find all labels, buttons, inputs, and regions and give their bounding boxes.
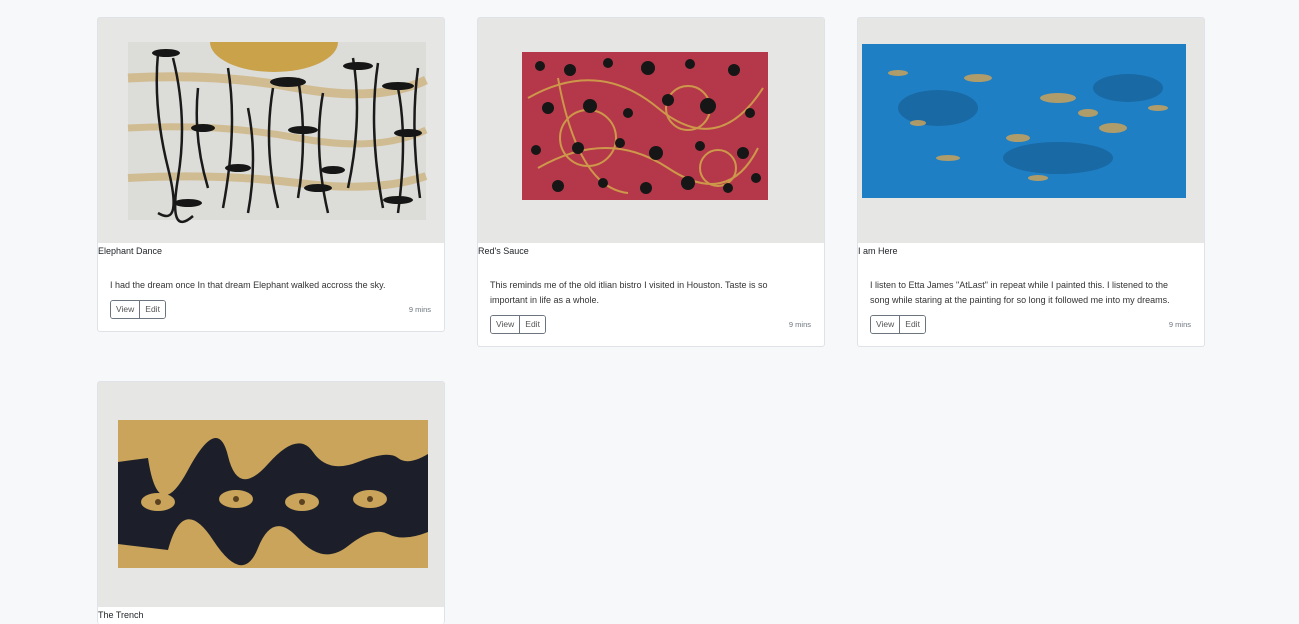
time-label: 9 mins bbox=[408, 305, 431, 314]
card-actions: View Edit bbox=[870, 315, 926, 334]
time-label: 9 mins bbox=[1168, 320, 1191, 329]
artwork-image[interactable] bbox=[98, 382, 444, 607]
view-button[interactable]: View bbox=[491, 316, 520, 333]
card-description: I had the dream once In that dream Eleph… bbox=[110, 280, 386, 290]
card-actions: View Edit bbox=[490, 315, 546, 334]
view-button[interactable]: View bbox=[871, 316, 900, 333]
card-title: Elephant Dance bbox=[98, 246, 163, 256]
artwork-image[interactable] bbox=[98, 18, 444, 243]
edit-button[interactable]: Edit bbox=[139, 301, 165, 318]
art-card: I am Here I listen to Etta James "AtLast… bbox=[857, 17, 1205, 347]
artwork-image[interactable] bbox=[478, 18, 824, 243]
time-label: 9 mins bbox=[788, 320, 811, 329]
edit-button[interactable]: Edit bbox=[899, 316, 925, 333]
card-description: I listen to Etta James "AtLast" in repea… bbox=[870, 280, 1170, 305]
art-card: Elephant Dance I had the dream once In t… bbox=[97, 17, 445, 332]
card-title: The Trench bbox=[98, 610, 144, 620]
art-card: The Trench bbox=[97, 381, 445, 624]
edit-button[interactable]: Edit bbox=[519, 316, 545, 333]
artwork-image[interactable] bbox=[858, 18, 1204, 243]
card-title: Red's Sauce bbox=[478, 246, 529, 256]
card-actions: View Edit bbox=[110, 300, 166, 319]
card-title: I am Here bbox=[858, 246, 898, 256]
card-description: This reminds me of the old itlian bistro… bbox=[490, 280, 768, 305]
view-button[interactable]: View bbox=[111, 301, 140, 318]
gallery: Elephant Dance I had the dream once In t… bbox=[0, 0, 1299, 624]
art-card: Red's Sauce This reminds me of the old i… bbox=[477, 17, 825, 347]
